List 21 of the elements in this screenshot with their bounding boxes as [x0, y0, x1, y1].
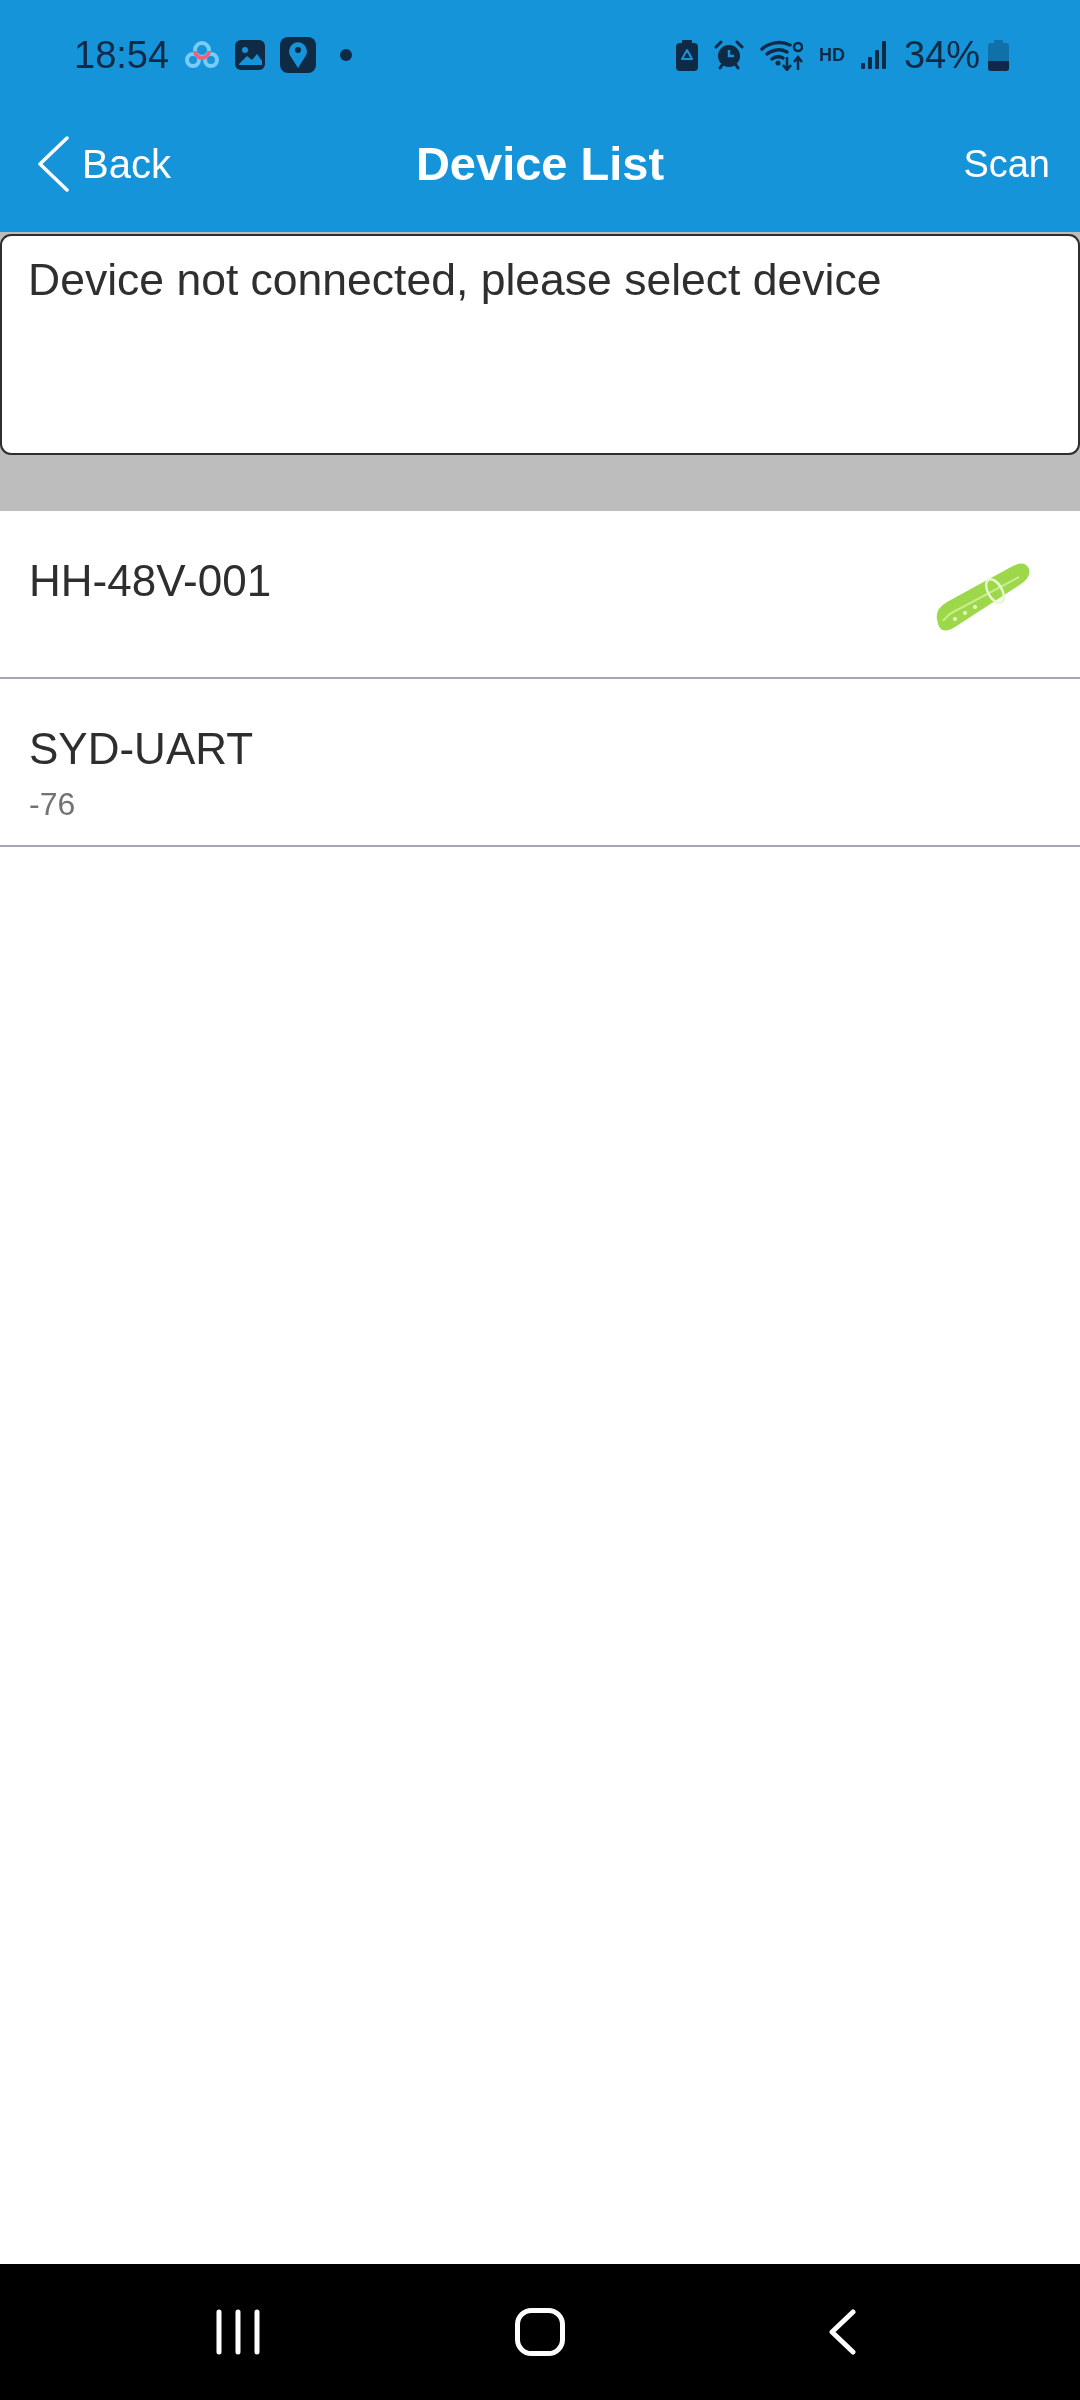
back-icon[interactable]: [828, 2309, 856, 2355]
recents-icon[interactable]: [216, 2309, 260, 2355]
home-icon[interactable]: [515, 2308, 565, 2356]
battery-recycle-icon: [675, 39, 698, 71]
battery-percent-text: 34%: [903, 33, 980, 77]
signal-strength-text: -76: [29, 786, 77, 822]
network-type-text: HD: [818, 45, 845, 65]
image-icon: [235, 40, 266, 70]
signal-icon: [860, 41, 888, 69]
page-title: Device List: [415, 136, 665, 192]
clock-text: 18:54: [74, 33, 170, 77]
map-pin-icon: [280, 37, 317, 73]
alarm-icon: [713, 40, 744, 70]
wifi-icon: [759, 39, 803, 71]
chevron-left-icon: [36, 136, 70, 192]
battery-icon: [988, 39, 1009, 71]
rings-icon: [184, 40, 221, 70]
device-name: HH-48V-001: [29, 559, 272, 603]
status-message: Device not connected, please select device: [28, 255, 882, 304]
notification-dot-icon: [340, 49, 353, 61]
device-name: SYD-UART: [29, 727, 254, 771]
